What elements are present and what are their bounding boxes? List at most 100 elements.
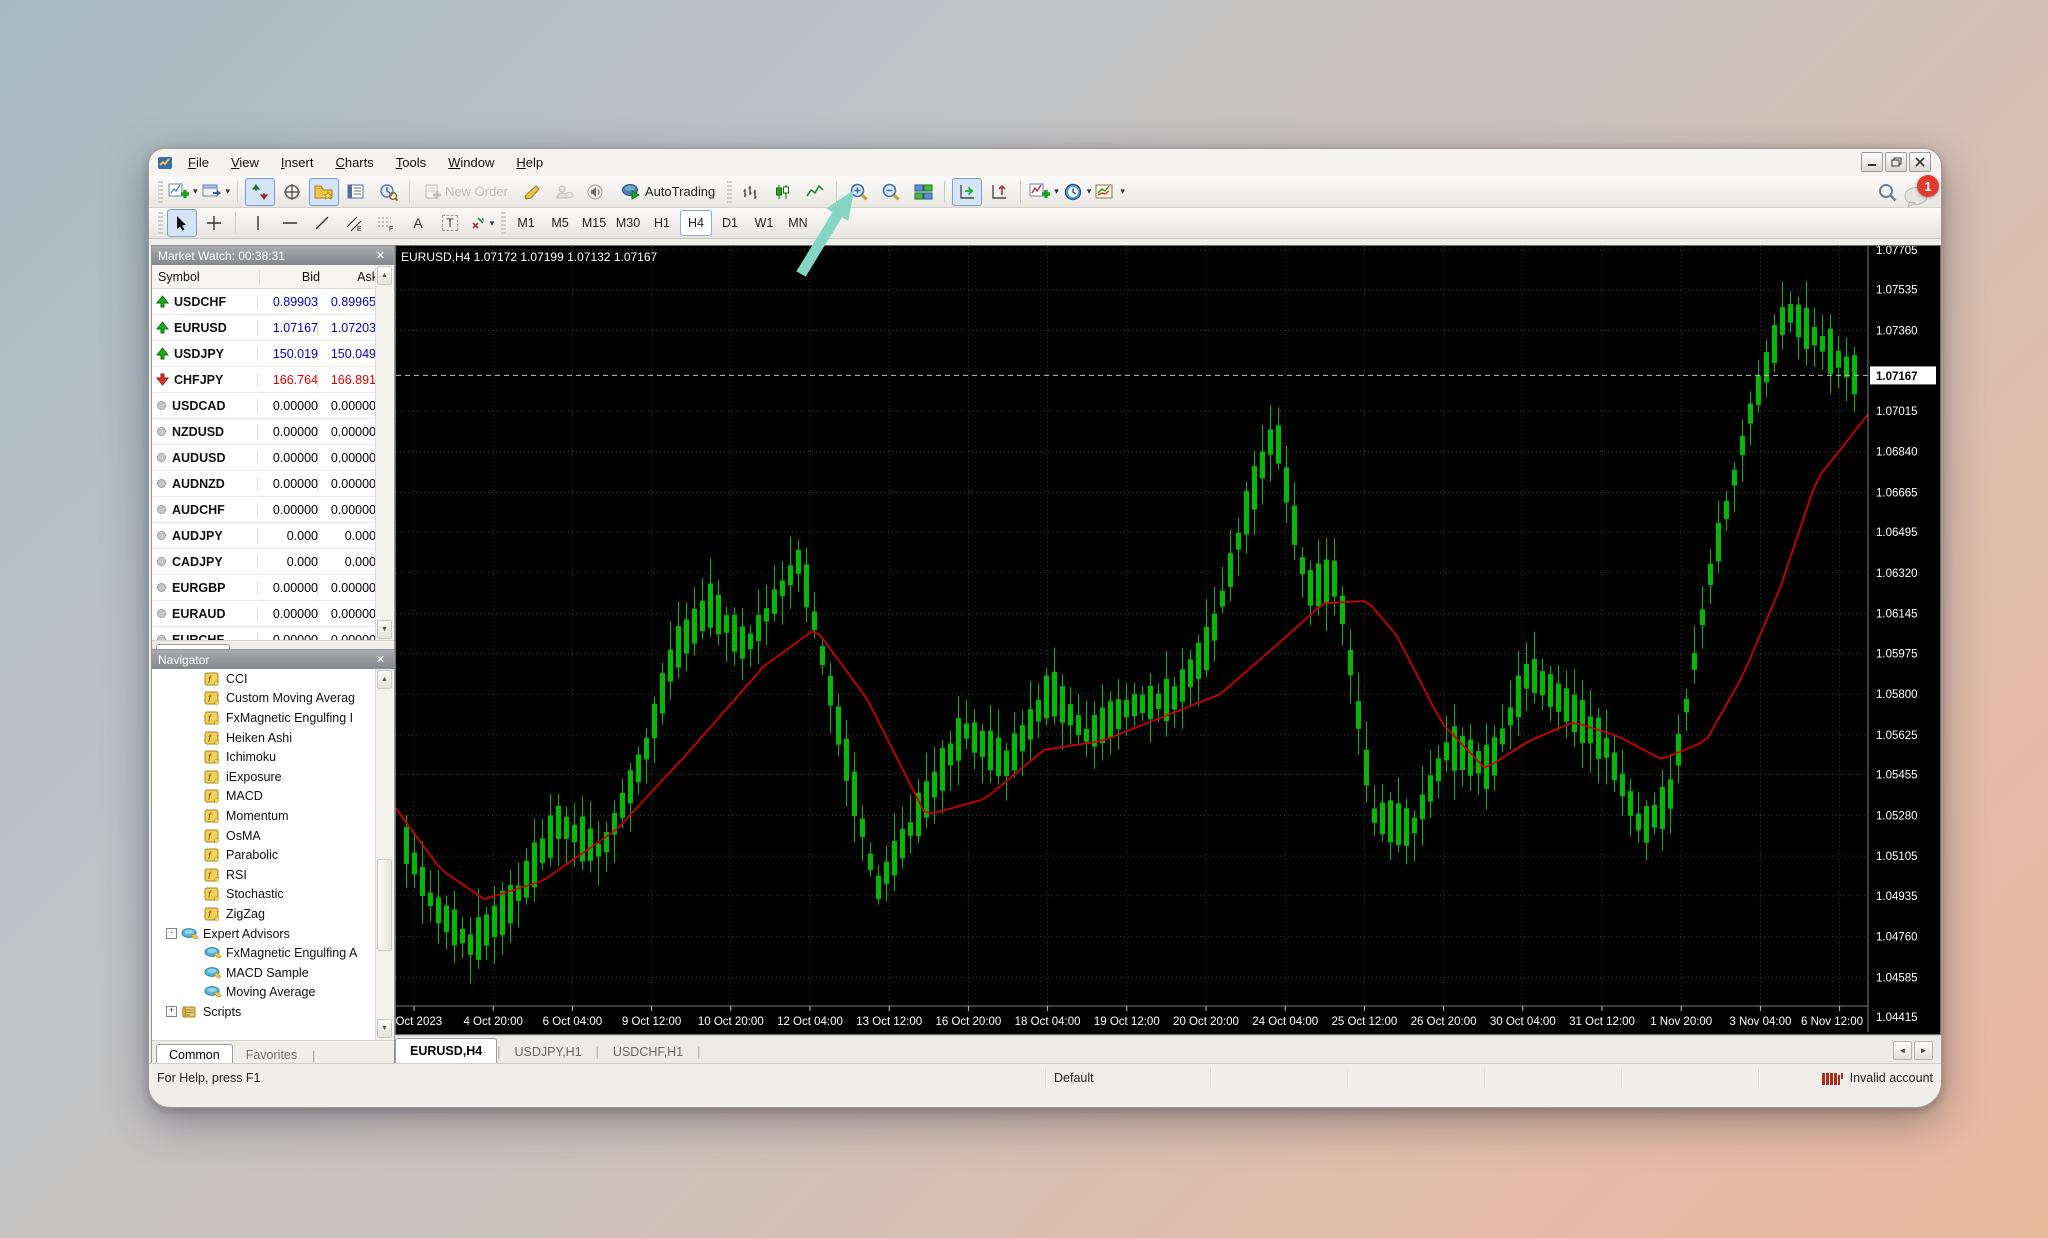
market-watch-row[interactable]: EURAUD0.000000.00000 [152,601,394,627]
market-watch-row[interactable]: EURUSD1.071671.07203 [152,315,394,341]
templates-button[interactable]: ▾ [1094,178,1126,206]
indicators-button[interactable]: ▾ [1028,178,1060,206]
market-watch-row[interactable]: USDJPY150.019150.049 [152,341,394,367]
timeframe-m30[interactable]: M30 [612,210,644,236]
vertical-line-tool-button[interactable] [243,209,273,237]
status-connection[interactable]: Invalid account [1759,1068,1941,1088]
navigator-item-fxmagnetic-engulfing-a[interactable]: FxMagnetic Engulfing A [152,943,376,963]
timeframe-mn[interactable]: MN [782,210,814,236]
chart-window[interactable]: 1.077051.075351.073601.070151.068401.066… [395,245,1941,1035]
chart-tab-usdjpy-h1[interactable]: USDJPY,H1 [501,1040,596,1064]
new-order-button[interactable]: New Order [417,178,515,206]
tile-windows-button[interactable] [908,178,938,206]
timeframe-d1[interactable]: D1 [714,210,746,236]
navigator-item-osma[interactable]: fOsMA [152,826,376,846]
menu-help[interactable]: Help [505,151,554,174]
bar-chart-mode-button[interactable] [736,178,766,206]
navigator-item-parabolic[interactable]: fParabolic [152,845,376,865]
metaeditor-button[interactable] [517,178,547,206]
navigator-item-macd-sample[interactable]: MACD Sample [152,963,376,983]
tree-expander-icon[interactable]: - [166,928,177,939]
status-profile[interactable]: Default [1046,1068,1211,1088]
candlestick-chart[interactable]: 1.077051.075351.073601.070151.068401.066… [396,246,1938,1032]
chart-tab-usdchf-h1[interactable]: USDCHF,H1 [599,1040,697,1064]
crosshair-tool-button[interactable] [199,209,229,237]
timeframe-h1[interactable]: H1 [646,210,678,236]
menu-window[interactable]: Window [437,151,505,174]
auto-scroll-button[interactable] [952,178,982,206]
scroll-up-icon[interactable]: ▲ [377,266,392,285]
market-watch-scrollbar[interactable]: ▲ ▼ [375,265,393,641]
timeframe-m5[interactable]: M5 [544,210,576,236]
cursor-tool-button[interactable] [167,209,197,237]
tab-scroll-right-icon[interactable]: ► [1914,1041,1933,1060]
sounds-button[interactable] [581,178,611,206]
navigator-item-ichimoku[interactable]: fIchimoku [152,747,376,767]
timeframe-m15[interactable]: M15 [578,210,610,236]
toolbar-handle[interactable] [158,212,163,234]
navigator-item-stochastic[interactable]: fStochastic [152,885,376,905]
navigator-item-expert-advisors[interactable]: -Expert Advisors [152,924,376,944]
autotrading-button[interactable]: AutoTrading [613,178,723,206]
navigator-item-fxmagnetic-engulfing-i[interactable]: fFxMagnetic Engulfing I [152,708,376,728]
channel-tool-button[interactable]: E [339,209,369,237]
market-watch-toggle-button[interactable] [245,178,275,206]
tab-scroll-left-icon[interactable]: ◄ [1893,1041,1912,1060]
profiles-button[interactable]: ▾ [201,178,232,206]
market-watch-row[interactable]: USDCAD0.000000.00000 [152,393,394,419]
menu-tools[interactable]: Tools [385,151,437,174]
arrows-tool-button[interactable]: ▾ [467,209,497,237]
scroll-down-icon[interactable]: ▼ [377,1019,392,1038]
column-bid[interactable]: Bid [260,270,320,284]
text-label-tool-button[interactable]: T [435,209,465,237]
zoom-in-button[interactable] [844,178,874,206]
zoom-out-button[interactable] [876,178,906,206]
trendline-tool-button[interactable] [307,209,337,237]
market-watch-row[interactable]: AUDCHF0.000000.00000 [152,497,394,523]
navigator-item-heiken-ashi[interactable]: fHeiken Ashi [152,728,376,748]
market-watch-row[interactable]: AUDUSD0.000000.00000 [152,445,394,471]
timeframe-m1[interactable]: M1 [510,210,542,236]
timeframe-w1[interactable]: W1 [748,210,780,236]
strategy-tester-button[interactable] [373,178,403,206]
horizontal-line-tool-button[interactable] [275,209,305,237]
navigator-item-iexposure[interactable]: fiExposure [152,767,376,787]
timeframe-h4[interactable]: H4 [680,210,712,236]
scroll-up-icon[interactable]: ▲ [377,670,392,689]
chart-shift-button[interactable] [984,178,1014,206]
market-watch-row[interactable]: CADJPY0.0000.000 [152,549,394,575]
market-watch-row[interactable]: CHFJPY166.764166.891 [152,367,394,393]
toolbar-handle[interactable] [727,181,732,203]
column-symbol[interactable]: Symbol [152,270,260,284]
close-icon[interactable]: ✕ [373,249,388,262]
navigator-item-scripts[interactable]: +Scripts [152,1002,376,1022]
tree-expander-icon[interactable]: + [166,1006,177,1017]
terminal-button[interactable] [341,178,371,206]
navigator-item-momentum[interactable]: fMomentum [152,806,376,826]
candlestick-mode-button[interactable] [768,178,798,206]
periods-button[interactable]: ▾ [1062,178,1093,206]
navigator-toggle-button[interactable] [309,178,339,206]
market-watch-row[interactable]: NZDUSD0.000000.00000 [152,419,394,445]
scroll-down-icon[interactable]: ▼ [377,620,392,639]
menu-insert[interactable]: Insert [270,151,325,174]
navigator-item-macd[interactable]: fMACD [152,787,376,807]
navigator-item-zigzag[interactable]: fZigZag [152,904,376,924]
data-window-button[interactable] [277,178,307,206]
column-ask[interactable]: Ask [320,270,381,284]
fibonacci-tool-button[interactable]: F [371,209,401,237]
market-watch-row[interactable]: AUDNZD0.000000.00000 [152,471,394,497]
market-watch-row[interactable]: EURGBP0.000000.00000 [152,575,394,601]
navigator-item-custom-moving-averag[interactable]: fCustom Moving Averag [152,689,376,709]
navigator-item-cci[interactable]: fCCI [152,669,376,689]
navigator-scrollbar[interactable]: ▲ ▼ [375,669,393,1040]
market-watch-row[interactable]: USDCHF0.899030.89965 [152,289,394,315]
close-button[interactable] [1909,152,1931,172]
market-watch-row[interactable]: AUDJPY0.0000.000 [152,523,394,549]
community-button[interactable] [549,178,579,206]
navigator-item-rsi[interactable]: fRSI [152,865,376,885]
scrollbar-thumb[interactable] [377,859,392,951]
navigator-item-moving-average[interactable]: Moving Average [152,983,376,1003]
close-icon[interactable]: ✕ [373,653,388,666]
menu-file[interactable]: File [177,151,220,174]
